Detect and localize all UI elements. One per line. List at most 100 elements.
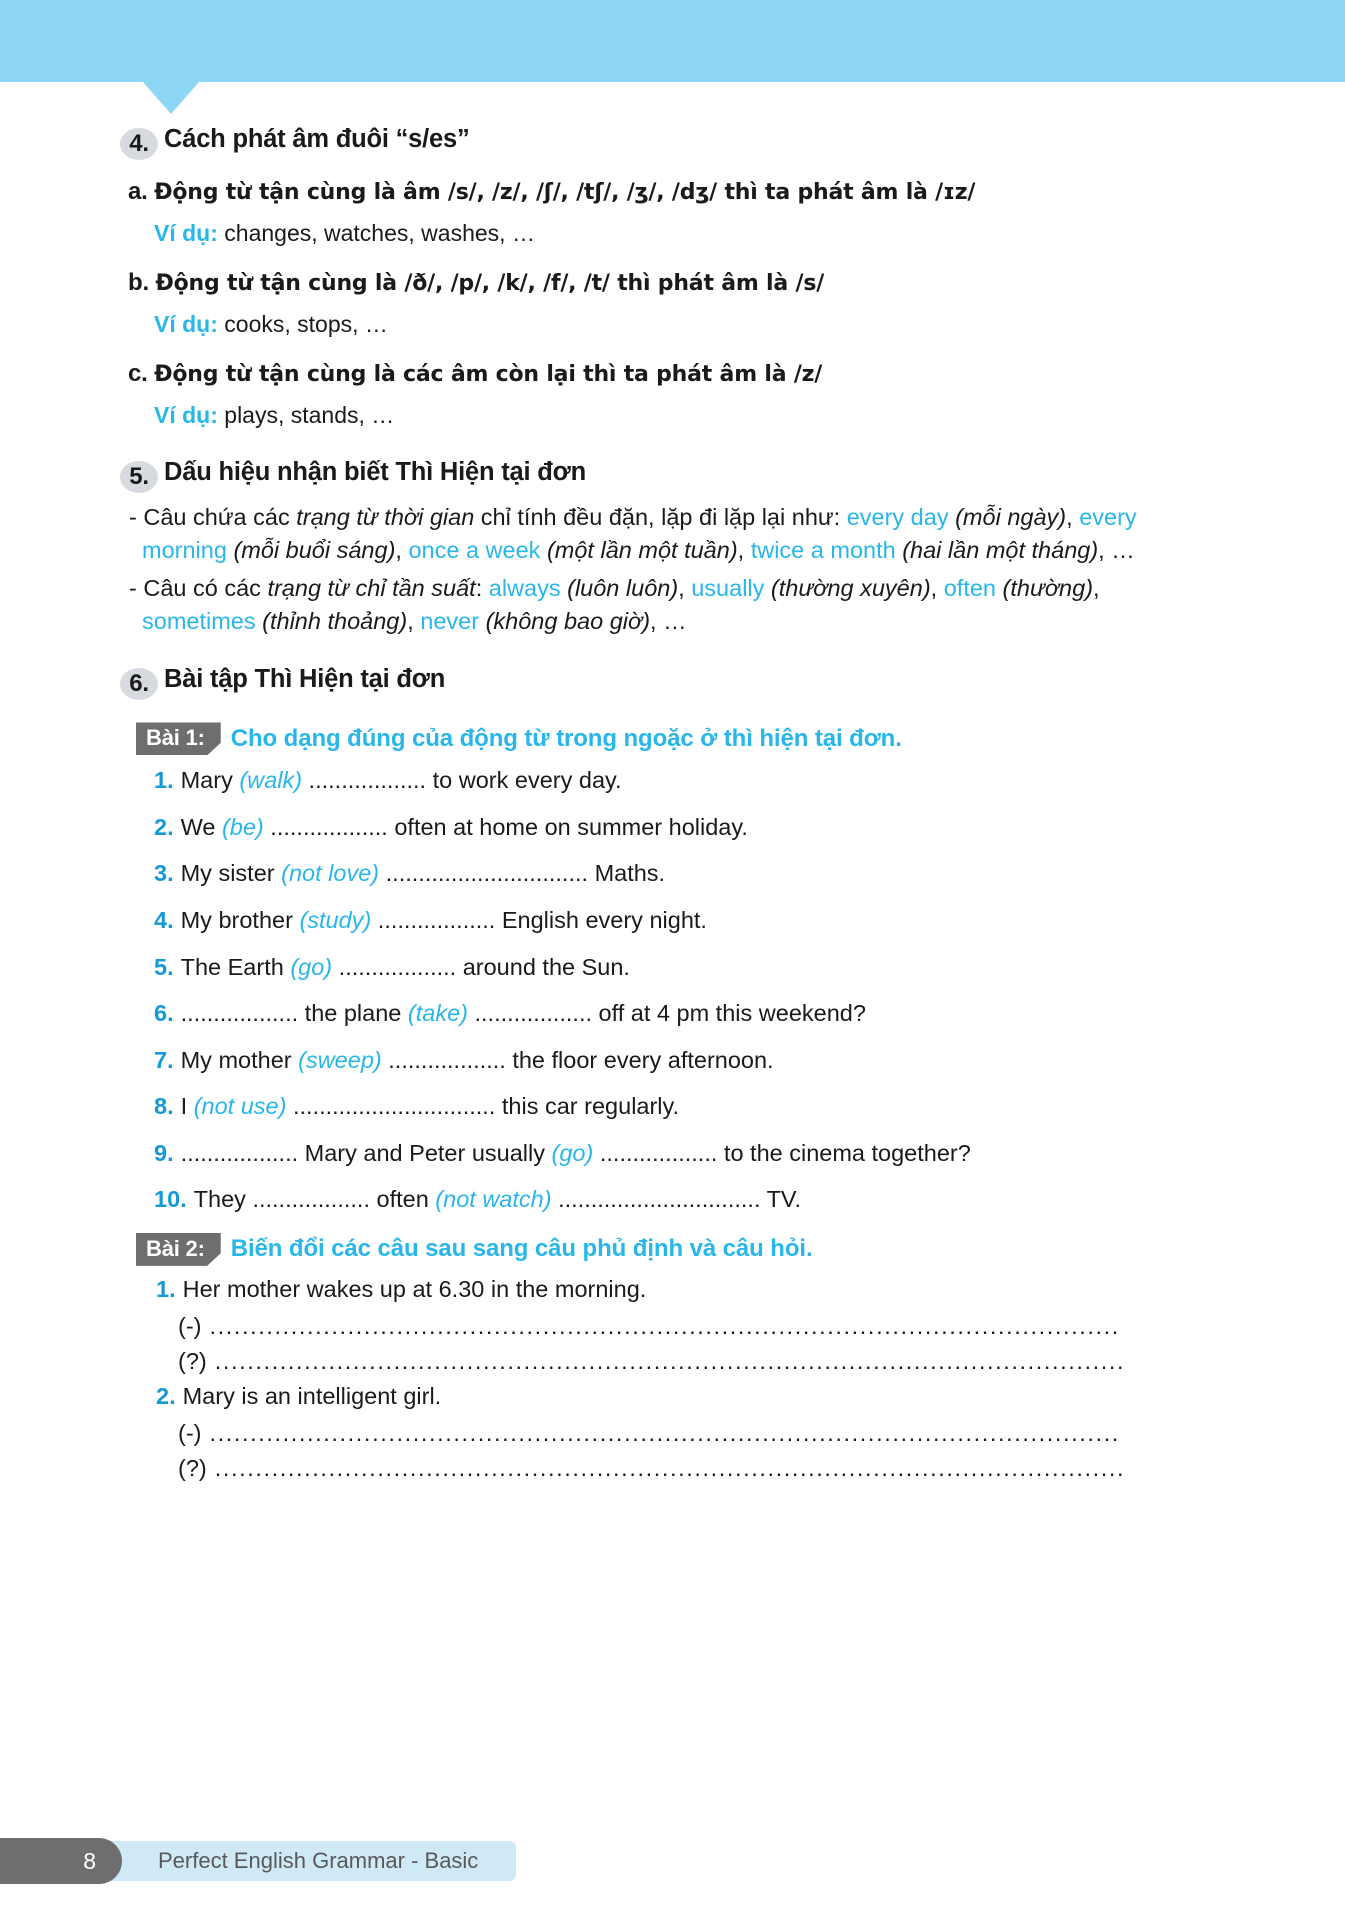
exercise-suffix: .................. around the Sun. (332, 953, 630, 980)
bullet-mid: : (475, 574, 489, 601)
question-item: 1. Her mother wakes up at 6.30 in the mor… (120, 1276, 1215, 1303)
exercise-item: 9. .................. Mary and Peter usu… (120, 1138, 1215, 1169)
exercise-prefix: They .................. often (193, 1186, 436, 1213)
section-6-number-badge: 6. (120, 668, 158, 701)
adverb-term-en: sometimes (142, 608, 256, 635)
rule-b-example: Ví dụ: cooks, stops, … (120, 311, 1215, 338)
adverb-term-vi: (hai lần một tháng) (902, 537, 1099, 564)
exercise-prefix: The Earth (180, 953, 291, 980)
answer-line[interactable]: (?).....................................… (120, 1348, 1215, 1375)
exercise-text: My mother (sweep) .................. the… (181, 1045, 1215, 1076)
exercise-prefix: My brother (180, 907, 300, 934)
exercise-verb-hint: (not watch) (435, 1186, 552, 1213)
rule-c-text: Động từ tận cùng là các âm còn lại thì t… (154, 362, 823, 387)
exercise-text: .................. the plane (take) ....… (181, 998, 1215, 1029)
section-5-title: Dấu hiệu nhận biết Thì Hiện tại đơn (164, 458, 586, 486)
bullet-italic-term: trạng từ thời gian (296, 504, 475, 530)
bullet-tail: , … (1098, 537, 1135, 564)
comma: , (395, 537, 409, 564)
exercise-text: The Earth (go) .................. around… (181, 952, 1215, 983)
exercise-text: They .................. often (not watch… (194, 1184, 1215, 1215)
bai-1-header: Bài 1: Cho dạng đúng của động từ trong n… (120, 722, 1215, 756)
example-text: changes, watches, washes, … (224, 220, 535, 246)
exercise-item: 2. We (be) .................. often at ho… (120, 812, 1215, 843)
exercise-number: 1. (154, 767, 174, 794)
exercise-verb-hint: (be) (221, 813, 264, 840)
adverb-term-en: often (943, 574, 996, 601)
exercise-verb-hint: (not use) (193, 1093, 287, 1120)
adverb-term-en: once a week (408, 537, 541, 564)
footer-page-number: 8 (83, 1847, 96, 1874)
comma: , (1093, 574, 1100, 601)
question-number: 1. (156, 1275, 176, 1302)
section-4-number-badge: 4. (120, 128, 158, 160)
answer-type-tag: (-) (178, 1312, 202, 1339)
bullet-lead: - Câu có các (129, 574, 268, 601)
bullet-tail: , … (650, 608, 687, 635)
adverb-term-vi: (thường xuyên) (770, 574, 931, 601)
bai-2-question-list: 1. Her mother wakes up at 6.30 in the mor… (120, 1276, 1215, 1482)
exercise-number: 9. (154, 1139, 174, 1166)
exercise-suffix: .................. the floor every after… (381, 1046, 774, 1073)
adverb-term-en: always (488, 574, 561, 601)
bai-2-badge: Bài 2: (136, 1232, 221, 1266)
comma: , (737, 537, 751, 564)
exercise-suffix: .................. often at home on summ… (263, 813, 748, 840)
exercise-verb-hint: (not love) (281, 860, 380, 887)
adverb-term-en: usually (691, 574, 765, 601)
exercise-suffix: .................. to work every day. (302, 767, 622, 794)
question-item: 2. Mary is an intelligent girl. (120, 1383, 1215, 1410)
adverb-term-vi: (một lần một tuần) (546, 537, 738, 564)
footer-book-title: Perfect English Grammar - Basic (158, 1848, 479, 1873)
exercise-number: 10. (154, 1186, 187, 1213)
exercise-number: 4. (154, 907, 174, 934)
answer-line[interactable]: (-).....................................… (120, 1420, 1215, 1447)
exercise-item: 3. My sister (not love) .................… (120, 858, 1215, 889)
bullet-lead: - Câu chứa các (129, 504, 297, 530)
example-text: cooks, stops, … (224, 311, 388, 337)
answer-dotted-blank[interactable]: ........................................… (215, 1348, 1215, 1375)
content-column: 4. Cách phát âm đuôi “s/es” a. Động từ t… (120, 124, 1215, 1490)
exercise-prefix: Mary (180, 767, 240, 794)
exercise-number: 7. (154, 1046, 174, 1073)
bullet-mid: chỉ tính đều đặn, lặp đi lặp lại như: (474, 504, 847, 530)
exercise-verb-hint: (walk) (239, 767, 303, 794)
section-5-number-badge: 5. (120, 461, 158, 493)
rule-c-heading: c. Động từ tận cùng là các âm còn lại th… (120, 360, 1215, 388)
answer-line[interactable]: (?).....................................… (120, 1455, 1215, 1482)
exercise-number: 8. (154, 1093, 174, 1120)
section-6-title: Bài tập Thì Hiện tại đơn (164, 665, 446, 694)
section-6-heading: 6. Bài tập Thì Hiện tại đơn (120, 664, 1215, 701)
answer-type-tag: (-) (178, 1419, 202, 1446)
exercise-item: 10. They .................. often (not wa… (120, 1184, 1215, 1215)
adverb-term-vi: (mỗi ngày) (955, 504, 1067, 530)
rule-b-text: Động từ tận cùng là /ð/, /p/, /k/, /f/, … (155, 271, 825, 296)
answer-dotted-blank[interactable]: ........................................… (209, 1420, 1215, 1447)
exercise-item: 1. Mary (walk) .................. to work… (120, 765, 1215, 796)
section-5-heading: 5. Dấu hiệu nhận biết Thì Hiện tại đơn (120, 457, 1215, 493)
exercise-prefix: We (180, 813, 222, 840)
adverb-term-vi: (thường) (1002, 574, 1094, 601)
adverb-term-vi: (thỉnh thoảng) (262, 608, 408, 635)
section-4-heading: 4. Cách phát âm đuôi “s/es” (120, 124, 1215, 160)
answer-line[interactable]: (-).....................................… (120, 1313, 1215, 1340)
answer-type-tag: (?) (178, 1454, 207, 1481)
answer-dotted-blank[interactable]: ........................................… (215, 1455, 1215, 1482)
exercise-prefix: I (180, 1093, 194, 1120)
example-text: plays, stands, … (224, 402, 395, 428)
footer-book-title-band: Perfect English Grammar - Basic (96, 1841, 516, 1881)
exercise-item: 8. I (not use) ..........................… (120, 1091, 1215, 1122)
answer-dotted-blank[interactable]: ........................................… (209, 1313, 1215, 1340)
exercise-verb-hint: (study) (299, 907, 372, 934)
exercise-suffix: .................. English every night. (371, 907, 707, 934)
exercise-item: 6. .................. the plane (take) .… (120, 998, 1215, 1029)
exercise-item: 4. My brother (study) .................. … (120, 905, 1215, 936)
exercise-verb-hint: (go) (290, 953, 333, 980)
top-banner (0, 0, 1345, 82)
exercise-verb-hint: (take) (407, 1000, 468, 1027)
exercise-suffix: ............................... Maths. (379, 860, 666, 887)
exercise-prefix: My sister (180, 860, 282, 887)
adverb-term-en: twice a month (750, 537, 896, 564)
exercise-prefix: .................. the plane (180, 1000, 408, 1027)
comma: , (678, 574, 692, 601)
